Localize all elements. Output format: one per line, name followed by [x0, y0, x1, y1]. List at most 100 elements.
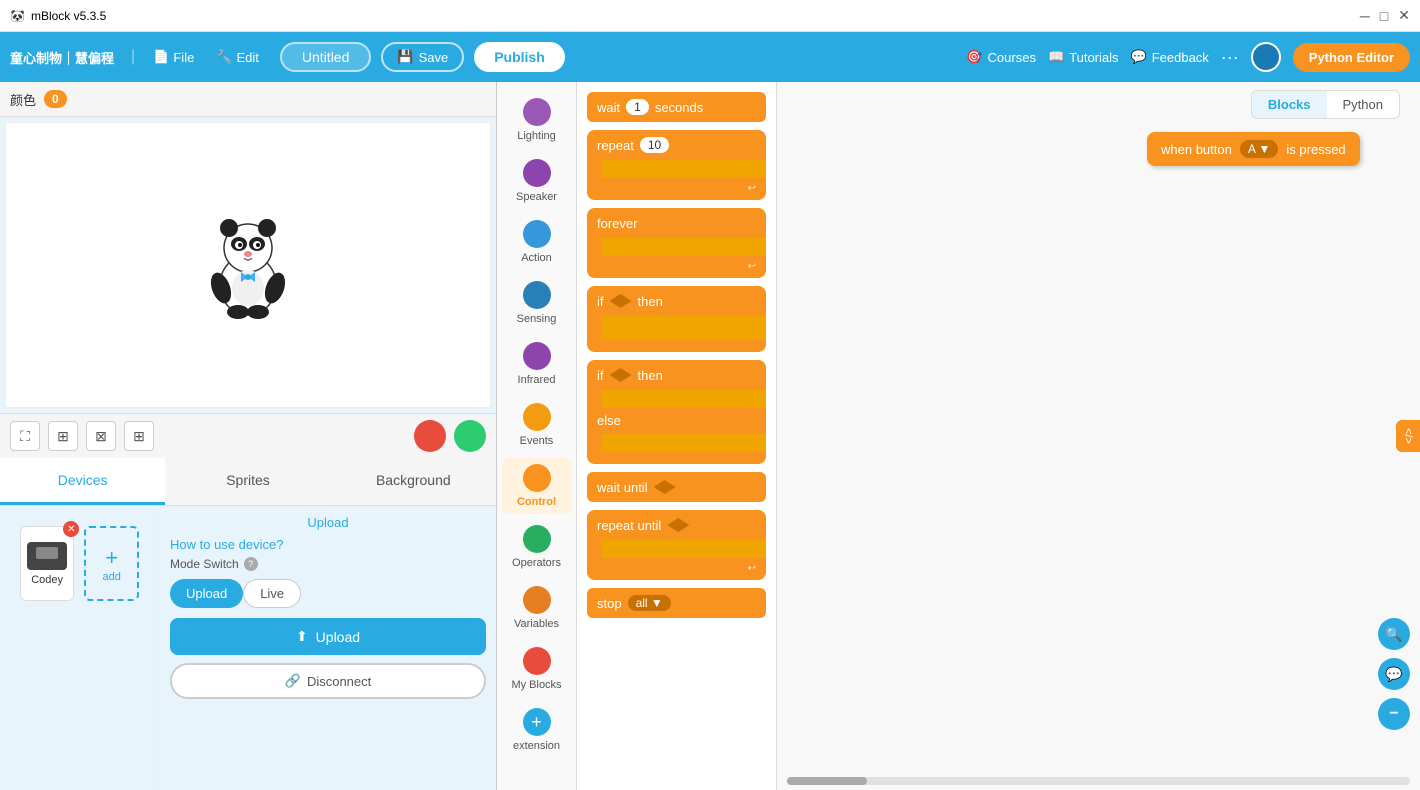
- tab-devices[interactable]: Devices: [0, 458, 165, 505]
- menu-bar: 童心制物｜慧偏程 | 📄 File 🔧 Edit Untitled 💾 Save…: [0, 32, 1420, 82]
- how-to-use-link[interactable]: How to use device?: [170, 537, 486, 552]
- zoom-out-button[interactable]: −: [1378, 698, 1410, 730]
- upload-toggle: Upload Live: [170, 579, 486, 608]
- color-label: 颜色: [10, 90, 36, 109]
- cat-myblocks-dot: [523, 647, 551, 675]
- upload-toggle-live[interactable]: Live: [243, 579, 301, 608]
- workspace-action-buttons: 🔍 💬 −: [1378, 618, 1410, 730]
- if-else-foot: [587, 452, 766, 464]
- tutorials-icon: 📖: [1048, 49, 1064, 65]
- view-small-button[interactable]: ⊞: [48, 421, 78, 451]
- tutorials-label: Tutorials: [1069, 50, 1118, 65]
- save-button[interactable]: 💾 Save: [381, 42, 464, 72]
- menu-logo: 童心制物｜慧偏程: [10, 48, 114, 67]
- maximize-button[interactable]: □: [1380, 7, 1388, 24]
- fullscreen-button[interactable]: ⛶: [10, 421, 40, 451]
- workspace-scrollbar[interactable]: [787, 777, 1410, 785]
- cat-events-dot: [523, 403, 551, 431]
- cat-extension[interactable]: + extension: [502, 702, 572, 758]
- menu-separator-1: |: [131, 48, 135, 66]
- blocks-tab[interactable]: Blocks: [1252, 91, 1327, 118]
- user-avatar[interactable]: [1251, 42, 1281, 72]
- code-tag-button[interactable]: </>: [1396, 420, 1420, 452]
- cat-variables-dot: [523, 586, 551, 614]
- repeat-body: [601, 160, 766, 178]
- play-button[interactable]: [454, 420, 486, 452]
- cat-operators[interactable]: Operators: [502, 519, 572, 575]
- wait-text-2: seconds: [655, 100, 703, 115]
- ws-when-button-text: when button: [1161, 142, 1232, 157]
- scrollbar-thumb[interactable]: [787, 777, 867, 785]
- devices-list: ✕ Codey + add: [0, 506, 160, 790]
- publish-button[interactable]: Publish: [474, 42, 565, 72]
- codey-image: [27, 542, 67, 570]
- color-bar: 颜色 0: [0, 82, 496, 117]
- cat-action[interactable]: Action: [502, 214, 572, 270]
- stage-panel: 颜色 0: [0, 82, 497, 790]
- title-bar-title: mBlock v5.3.5: [31, 9, 106, 23]
- cat-lighting-dot: [523, 98, 551, 126]
- block-wait-until[interactable]: wait until: [587, 472, 766, 502]
- stop-dropdown[interactable]: all ▼: [628, 595, 671, 611]
- more-menu-button[interactable]: ···: [1221, 47, 1239, 68]
- python-editor-button[interactable]: Python Editor: [1293, 43, 1410, 72]
- wait-text-1: wait: [597, 100, 620, 115]
- upload-toggle-upload[interactable]: Upload: [170, 579, 243, 608]
- if-body: [601, 316, 766, 340]
- menu-right: 🎯 Courses 📖 Tutorials 💬 Feedback ··· Pyt…: [966, 42, 1410, 72]
- mode-switch-info-icon[interactable]: ?: [244, 557, 258, 571]
- close-button[interactable]: ✕: [1398, 7, 1410, 24]
- edit-menu-button[interactable]: 🔧 Edit: [210, 45, 265, 69]
- save-icon: 💾: [397, 49, 413, 65]
- stop-text: stop: [597, 596, 622, 611]
- cat-control[interactable]: Control: [502, 458, 572, 514]
- courses-button[interactable]: 🎯 Courses: [966, 49, 1036, 65]
- block-stop[interactable]: stop all ▼: [587, 588, 766, 618]
- minimize-button[interactable]: ─: [1360, 7, 1370, 24]
- block-repeat-until[interactable]: repeat until ↩: [587, 510, 766, 580]
- stop-button[interactable]: [414, 420, 446, 452]
- upload-top-link[interactable]: Upload: [307, 515, 348, 530]
- ws-button-dropdown[interactable]: A ▼: [1240, 140, 1279, 158]
- block-repeat[interactable]: repeat 10 ↩: [587, 130, 766, 200]
- cat-speaker[interactable]: Speaker: [502, 153, 572, 209]
- remove-codey-button[interactable]: ✕: [63, 521, 79, 537]
- python-tab[interactable]: Python: [1327, 91, 1399, 118]
- tab-background[interactable]: Background: [331, 458, 496, 505]
- cat-myblocks[interactable]: My Blocks: [502, 641, 572, 697]
- disconnect-button[interactable]: 🔗 Disconnect: [170, 663, 486, 699]
- codey-device-card[interactable]: ✕ Codey: [20, 526, 74, 601]
- cat-events[interactable]: Events: [502, 397, 572, 453]
- cat-lighting[interactable]: Lighting: [502, 92, 572, 148]
- ws-when-button-block[interactable]: when button A ▼ is pressed: [1147, 132, 1360, 166]
- cat-infrared[interactable]: Infrared: [502, 336, 572, 392]
- view-medium-button[interactable]: ⊠: [86, 421, 116, 451]
- cat-sensing[interactable]: Sensing: [502, 275, 572, 331]
- file-menu-button[interactable]: 📄 File: [147, 45, 200, 69]
- else-row: else: [587, 408, 766, 434]
- project-name-button[interactable]: Untitled: [280, 42, 371, 72]
- block-if-then-else[interactable]: if then else: [587, 360, 766, 464]
- wait-until-text: wait until: [597, 480, 648, 495]
- block-if-then[interactable]: if then: [587, 286, 766, 352]
- forever-text: forever: [597, 216, 637, 231]
- view-grid-button[interactable]: ⊞: [124, 421, 154, 451]
- upload-action-button[interactable]: ⬆ Upload: [170, 618, 486, 655]
- block-forever[interactable]: forever ↩: [587, 208, 766, 278]
- repeat-until-text: repeat until: [597, 518, 661, 533]
- codey-screen: [36, 547, 58, 559]
- file-icon: 📄: [153, 49, 169, 65]
- bottom-content-area: ✕ Codey + add: [0, 506, 496, 790]
- block-wait-seconds[interactable]: wait 1 seconds: [587, 92, 766, 122]
- zoom-in-button[interactable]: 🔍: [1378, 618, 1410, 650]
- feedback-button[interactable]: 💬 Feedback: [1131, 49, 1209, 65]
- mode-switch-row: Mode Switch ?: [170, 557, 486, 571]
- add-device-card[interactable]: + add: [84, 526, 139, 601]
- cat-variables[interactable]: Variables: [502, 580, 572, 636]
- panda-character: [203, 210, 293, 320]
- tutorials-button[interactable]: 📖 Tutorials: [1048, 49, 1119, 65]
- cat-lighting-label: Lighting: [517, 130, 556, 142]
- chat-button[interactable]: 💬: [1378, 658, 1410, 690]
- tab-sprites[interactable]: Sprites: [165, 458, 330, 505]
- mode-switch-label: Mode Switch: [170, 557, 239, 571]
